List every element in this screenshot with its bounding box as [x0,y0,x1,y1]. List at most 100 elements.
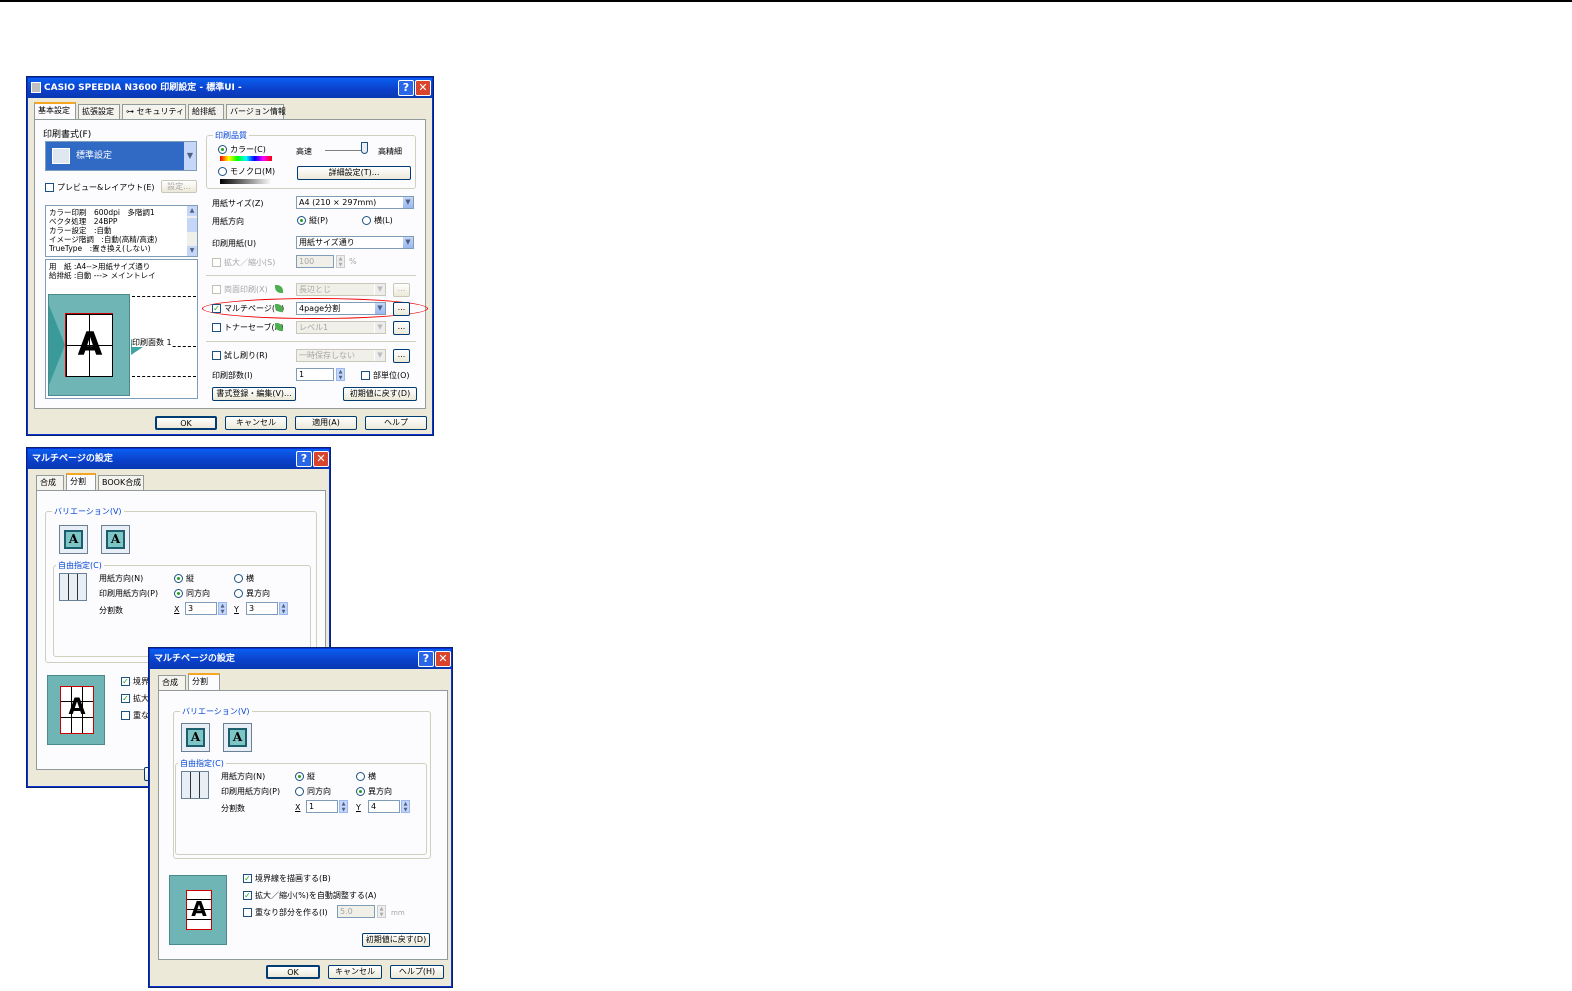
ok-button[interactable]: OK [155,416,217,430]
zoom-checkbox[interactable]: ✓ [121,694,130,703]
reset-defaults-button[interactable]: 初期値に戻す(D) [343,387,417,401]
cancel-button[interactable]: キャンセル [328,965,382,979]
title-bar[interactable]: マルチページの設定 [28,449,329,469]
multipage-more-button[interactable]: ... [393,302,410,316]
print-paper-select[interactable]: 用紙サイズ通り ▼ [296,236,414,249]
help-icon[interactable]: ? [418,651,434,667]
slider-thumb-icon[interactable] [361,142,368,154]
scrollbar[interactable]: ▲ ▼ [187,206,197,256]
duplex-checkbox[interactable] [212,285,221,294]
variation-a-button[interactable]: A [181,723,210,752]
tab-combine[interactable]: 合成 [158,675,186,690]
x-input[interactable]: 1 [306,800,338,813]
x-spinner[interactable]: ▲ ▼ [339,800,348,813]
help-button[interactable]: ヘルプ(H) [390,965,444,979]
color-radio[interactable] [218,145,227,154]
copies-input[interactable]: 1 [296,368,334,381]
multipage-select[interactable]: 4page分割 ▼ [296,302,386,315]
trial-print-checkbox[interactable] [212,351,221,360]
copies-spinner[interactable]: ▲ ▼ [336,368,345,381]
cancel-button[interactable]: キャンセル [225,416,287,430]
tab-version[interactable]: バージョン情報 [226,104,286,119]
landscape-radio[interactable] [362,216,371,225]
border-checkbox[interactable]: ✓ [243,874,252,883]
settings-button[interactable]: 設定... [161,180,197,193]
variation-a-button[interactable]: A [59,525,88,554]
x-input[interactable]: 3 [185,602,217,615]
autofit-checkbox[interactable]: ✓ [243,891,252,900]
register-format-button[interactable]: 書式登録・編集(V)... [212,387,296,401]
tab-combine[interactable]: 合成 [36,475,64,490]
print-style-select[interactable]: 標準設定 ▼ [45,141,197,171]
close-icon[interactable]: ✕ [415,80,431,96]
same-dir-radio[interactable] [174,589,183,598]
tab-paper-feed[interactable]: 給排紙 [188,104,224,119]
close-icon[interactable]: ✕ [435,651,451,667]
trial-print-select[interactable]: 一時保存しない ▼ [296,349,386,362]
overlap-input[interactable]: 5.0 [337,905,375,918]
portrait-radio[interactable] [174,574,183,583]
help-icon[interactable]: ? [296,451,312,467]
zoom-label: 拡大 [133,694,149,703]
title-bar[interactable]: CASIO SPEEDIA N3600 印刷設定 - 標準UI - [28,78,432,98]
toner-save-checkbox[interactable] [212,323,221,332]
ok-button[interactable]: OK [266,965,320,979]
title-bar[interactable]: マルチページの設定 [150,649,451,669]
overlap-checkbox[interactable] [243,908,252,917]
duplex-select[interactable]: 長辺とじ ▼ [296,283,386,296]
landscape-radio[interactable] [234,574,243,583]
landscape-radio[interactable] [356,772,365,781]
chevron-down-icon[interactable]: ▼ [374,303,385,314]
tab-extended[interactable]: 拡張設定 [78,104,120,119]
chevron-down-icon[interactable]: ▼ [402,197,413,208]
help-icon[interactable]: ? [398,80,414,96]
apply-button[interactable]: 適用(A) [295,416,357,430]
y-input[interactable]: 3 [246,602,278,615]
tab-split[interactable]: 分割 [188,673,220,690]
zoom-spinner[interactable]: ▲ ▼ [336,255,345,268]
diff-dir-radio[interactable] [234,589,243,598]
toner-save-select[interactable]: レベル1 ▼ [296,321,386,334]
paper-size-select[interactable]: A4 (210 × 297mm) ▼ [296,196,414,209]
preview-layout-checkbox[interactable] [45,183,54,192]
chevron-down-icon[interactable]: ▼ [184,142,196,170]
detail-settings-button[interactable]: 詳細設定(T)... [297,166,411,180]
overlap-checkbox[interactable] [121,711,130,720]
variation-split-button[interactable]: A [223,723,252,752]
mono-radio[interactable] [218,167,227,176]
reset-defaults-button[interactable]: 初期値に戻す(D) [362,933,430,947]
multipage-checkbox[interactable]: ✓ [212,304,221,313]
summary-line: イメージ階調 :自動(高精/高速) [49,235,158,244]
chevron-down-icon[interactable]: ▼ [402,237,413,248]
tab-security[interactable]: ⊶ セキュリティ [122,104,186,119]
help-button[interactable]: ヘルプ [365,416,427,430]
diff-dir-radio[interactable] [356,787,365,796]
landscape-label: 横 [368,772,376,781]
border-checkbox[interactable]: ✓ [121,677,130,686]
grid-icon[interactable] [59,573,87,601]
preview-layout-label: プレビュー&レイアウト(E) [57,183,155,192]
y-spinner[interactable]: ▲ ▼ [279,602,288,615]
toner-more-button[interactable]: ... [393,321,410,335]
collate-checkbox[interactable] [361,371,370,380]
y-spinner[interactable]: ▲ ▼ [401,800,410,813]
x-spinner[interactable]: ▲ ▼ [218,602,227,615]
zoom-checkbox[interactable] [212,258,221,267]
chevron-down-icon[interactable]: ▼ [374,350,385,361]
same-dir-radio[interactable] [295,787,304,796]
chevron-down-icon[interactable]: ▼ [374,284,385,295]
tab-book[interactable]: BOOK合成 [98,475,144,490]
tab-basic[interactable]: 基本設定 [34,102,76,119]
grid-icon[interactable] [181,771,209,799]
chevron-down-icon[interactable]: ▼ [374,322,385,333]
close-icon[interactable]: ✕ [313,451,329,467]
overlap-spinner[interactable]: ▲ ▼ [377,905,386,918]
trial-more-button[interactable]: ... [393,349,410,363]
variation-split-button[interactable]: A [101,525,130,554]
zoom-input[interactable]: 100 [296,255,334,268]
portrait-radio[interactable] [297,216,306,225]
tab-split[interactable]: 分割 [66,473,96,490]
duplex-more-button[interactable]: ... [393,283,410,297]
portrait-radio[interactable] [295,772,304,781]
y-input[interactable]: 4 [368,800,400,813]
